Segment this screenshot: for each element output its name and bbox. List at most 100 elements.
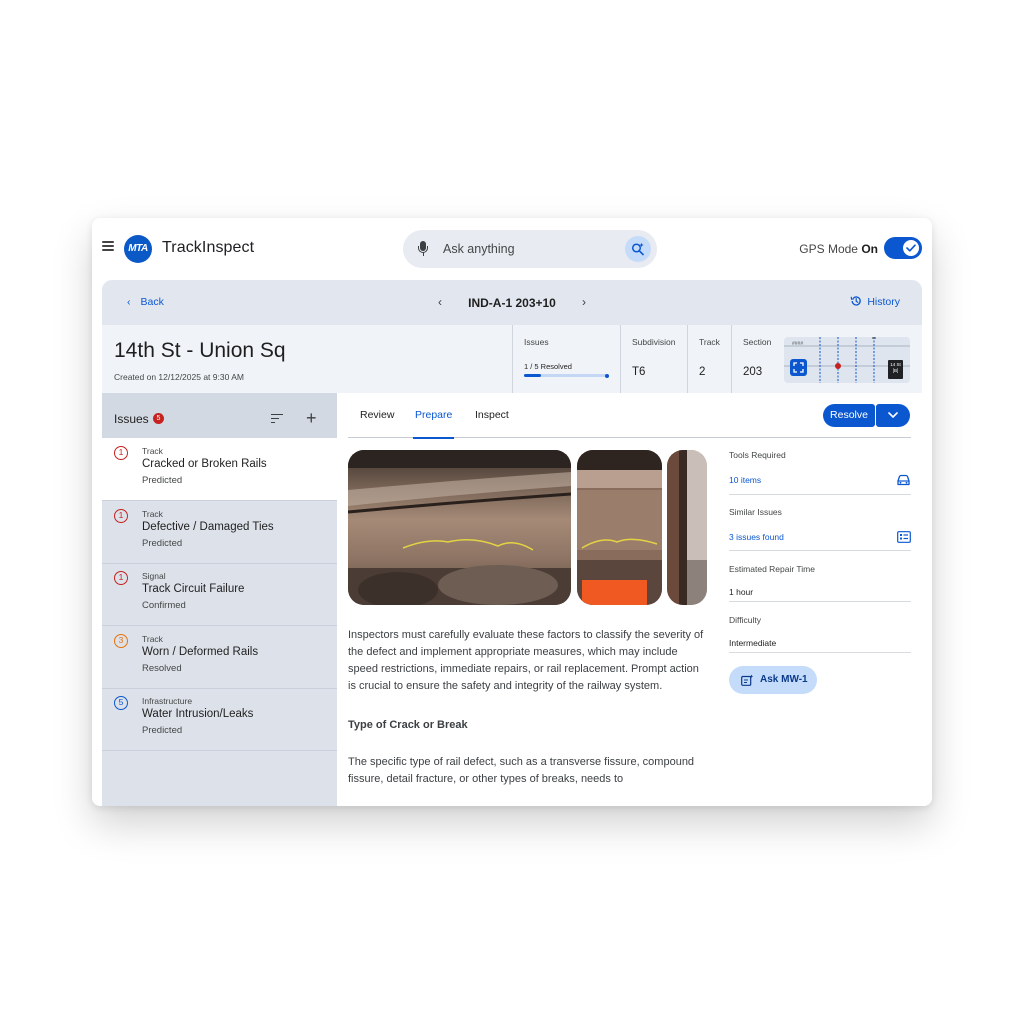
gps-toggle[interactable] xyxy=(884,237,922,259)
minimap-label: #### xyxy=(792,341,804,347)
ask-mw1-label: Ask MW-1 xyxy=(760,674,808,685)
issue-status-icon: 1 xyxy=(114,571,128,585)
location-header: 14th St - Union Sq Created on 12/12/2025… xyxy=(102,325,922,393)
repair-time-value: 1 hour xyxy=(729,587,754,597)
tab-review[interactable]: Review xyxy=(360,409,394,438)
chevron-down-icon xyxy=(888,412,898,419)
subdivision-metric: Subdivision T6 xyxy=(620,325,687,393)
ask-mw1-button[interactable]: Ask MW-1 xyxy=(729,666,817,694)
issue-list-item[interactable]: 1 Signal Track Circuit Failure Confirmed xyxy=(102,563,337,626)
search-input[interactable]: Ask anything xyxy=(443,242,515,256)
track-metric: Track 2 xyxy=(687,325,731,393)
issues-title: Issues xyxy=(114,412,149,426)
subdivision-label: Subdivision xyxy=(632,337,676,347)
issues-sidebar: Issues 5 + 1 Track Cracked or Broken Rails… xyxy=(102,393,337,806)
resolve-button[interactable]: Resolve xyxy=(823,404,875,427)
created-timestamp: Created on 12/12/2025 at 9:30 AM xyxy=(114,372,244,382)
issue-name: Cracked or Broken Rails xyxy=(142,458,267,470)
search-bar[interactable]: Ask anything xyxy=(403,230,657,268)
issue-name: Track Circuit Failure xyxy=(142,583,245,595)
repair-time-label: Estimated Repair Time xyxy=(729,564,815,574)
mta-logo: MTA xyxy=(124,235,152,263)
next-record-button[interactable]: › xyxy=(582,295,586,309)
article-paragraph-1: Inspectors must carefully evaluate these… xyxy=(348,629,704,692)
gps-mode-label: GPS Mode On xyxy=(799,242,878,256)
issue-status-icon: 5 xyxy=(114,696,128,710)
station-badge-line2: [B] xyxy=(892,368,899,373)
fullscreen-icon[interactable] xyxy=(790,359,807,376)
history-label: History xyxy=(867,296,900,308)
issue-status-icon: 3 xyxy=(114,633,128,648)
tools-required-link[interactable]: 10 items xyxy=(729,475,761,485)
section-label: Section xyxy=(743,337,772,347)
app-title: TrackInspect xyxy=(162,239,254,257)
sparkle-search-icon[interactable] xyxy=(625,236,651,262)
tab-inspect[interactable]: Inspect xyxy=(475,409,509,438)
issue-list-item[interactable]: 1 Track Cracked or Broken Rails Predicted xyxy=(102,438,337,501)
record-switcher: ‹ IND-A-1 203+10 › xyxy=(438,294,586,312)
tools-required-row: Tools Required 10 items xyxy=(729,450,911,495)
add-icon[interactable]: + xyxy=(306,408,317,428)
tools-required-label: Tools Required xyxy=(729,450,786,460)
article-subheading: Type of Crack or Break xyxy=(348,719,468,731)
subdivision-value: T6 xyxy=(632,366,646,378)
issue-name: Defective / Damaged Ties xyxy=(142,520,274,533)
repair-time-row: Estimated Repair Time 1 hour xyxy=(729,551,911,602)
gps-state: On xyxy=(861,242,878,256)
history-button[interactable]: History xyxy=(850,296,900,308)
app-title-primary: Track xyxy=(162,239,202,256)
menu-icon[interactable] xyxy=(102,241,114,251)
issue-status: Predicted xyxy=(142,475,183,486)
car-icon[interactable] xyxy=(896,474,911,486)
issues-header: Issues 5 + xyxy=(102,393,337,438)
similar-issues-link[interactable]: 3 issues found xyxy=(729,532,784,542)
rail-photo-2[interactable] xyxy=(577,450,662,605)
track-minimap[interactable]: #### 14 St [B] xyxy=(784,337,910,383)
issue-status-icon: 1 xyxy=(114,508,128,523)
record-id: IND-A-1 203+10 xyxy=(468,296,556,310)
issue-category: Signal xyxy=(142,571,166,581)
issue-category: Track xyxy=(142,508,163,519)
guidance-article: Inspectors must carefully evaluate these… xyxy=(348,627,708,788)
list-icon[interactable] xyxy=(897,531,911,543)
record-nav-bar: ‹ Back ‹ IND-A-1 203+10 › History xyxy=(102,280,922,325)
issue-status-icon: 1 xyxy=(114,446,128,460)
back-button[interactable]: ‹ Back xyxy=(127,296,164,308)
issue-category: Track xyxy=(142,633,163,644)
issues-progress-fill xyxy=(524,374,541,377)
issue-list-item[interactable]: 5 Infrastructure Water Intrusion/Leaks Pred… xyxy=(102,688,337,751)
issues-resolved-text: 1 / 5 Resolved xyxy=(524,362,572,371)
issue-name: Water Intrusion/Leaks xyxy=(142,708,254,720)
rail-photo-3[interactable] xyxy=(667,450,707,605)
article-paragraph-2: The specific type of rail defect, such a… xyxy=(348,756,695,785)
ai-assistant-icon xyxy=(741,674,754,686)
issue-name: Worn / Deformed Rails xyxy=(142,645,259,658)
track-label: Track xyxy=(699,337,720,347)
issues-progress-bar xyxy=(524,373,609,378)
issue-category: Track xyxy=(142,446,163,456)
top-bar: MTA TrackInspect Ask anything GPS Mode O… xyxy=(92,218,932,280)
rail-photo-1[interactable] xyxy=(348,450,571,605)
check-icon xyxy=(903,240,919,256)
difficulty-label: Difficulty xyxy=(729,615,761,625)
issue-list-item[interactable]: 3 Track Worn / Deformed Rails Resolved xyxy=(102,626,337,689)
issue-list-item[interactable]: 1 Track Defective / Damaged Ties Predicted xyxy=(102,501,337,564)
app-title-secondary: Inspect xyxy=(201,239,255,256)
previous-record-button[interactable]: ‹ xyxy=(438,295,442,309)
track-value: 2 xyxy=(699,366,706,378)
issues-metric-label: Issues xyxy=(524,337,549,347)
issue-status: Resolved xyxy=(142,662,182,674)
app-window: MTA TrackInspect Ask anything GPS Mode O… xyxy=(92,218,932,806)
issue-category: Infrastructure xyxy=(142,696,193,706)
back-label: Back xyxy=(140,296,164,308)
sort-icon[interactable] xyxy=(271,414,283,424)
section-metric: Section 203 xyxy=(731,325,781,393)
issues-metric: Issues 1 / 5 Resolved xyxy=(512,325,620,393)
similar-issues-row: Similar Issues 3 issues found xyxy=(729,495,911,551)
section-value: 203 xyxy=(743,366,763,378)
difficulty-value: Intermediate xyxy=(729,638,777,648)
mic-icon[interactable] xyxy=(418,241,428,257)
resolve-options-button[interactable] xyxy=(876,404,910,427)
tab-prepare[interactable]: Prepare xyxy=(412,409,455,439)
repair-info-panel: Tools Required 10 items Similar Issues 3… xyxy=(729,450,911,653)
